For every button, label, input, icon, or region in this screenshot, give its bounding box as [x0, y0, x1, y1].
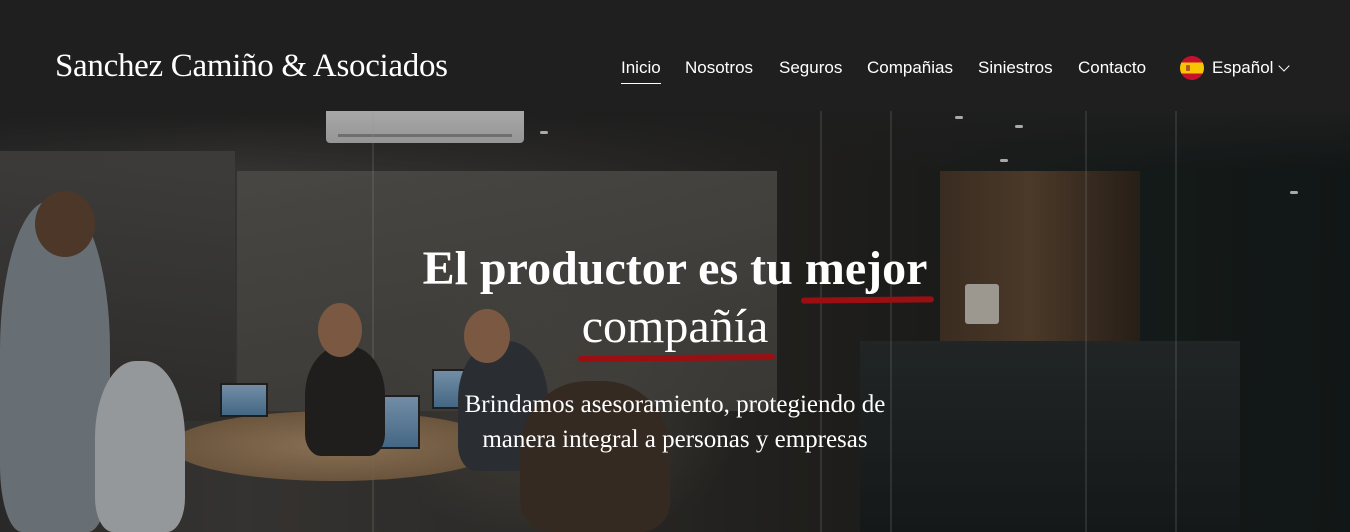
hero-subtitle-line2: manera integral a personas y empresas [482, 426, 868, 453]
hero-headline-line1: El productor es tu mejor [0, 241, 1350, 297]
nav-item-seguros[interactable]: Seguros [779, 56, 842, 80]
chevron-down-icon [1278, 59, 1291, 72]
language-label: Español [1212, 58, 1274, 77]
headline-text: El productor es tu [422, 242, 805, 295]
nav-item-contacto[interactable]: Contacto [1078, 56, 1146, 80]
spain-flag-icon [1180, 56, 1204, 80]
nav-item-nosotros[interactable]: Nosotros [685, 56, 753, 80]
headline-highlight-mejor: mejor [804, 242, 928, 295]
language-selector[interactable]: Español [1180, 56, 1300, 80]
site-header: Sanchez Camiño & Asociados Inicio Nosotr… [0, 0, 1350, 111]
nav-item-siniestros[interactable]: Siniestros [978, 56, 1053, 80]
headline-highlight-compania: compañía [581, 300, 769, 353]
nav-item-companias[interactable]: Compañias [867, 56, 953, 80]
nav-item-inicio[interactable]: Inicio [621, 56, 661, 84]
brand-logo[interactable]: Sanchez Camiño & Asociados [55, 46, 448, 86]
hero-headline-line2: compañía [0, 299, 1350, 355]
hero-section: El productor es tu mejor compañía Brinda… [0, 111, 1350, 532]
hero-subtitle-line1: Brindamos asesoramiento, protegiendo de [464, 391, 886, 418]
